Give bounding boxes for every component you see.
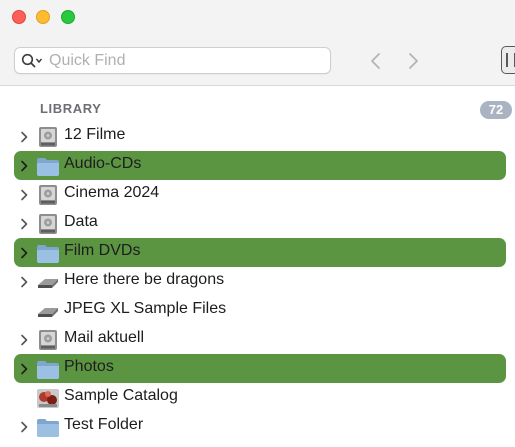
sidebar-item-label: 12 Filme [64, 126, 126, 143]
sidebar-item-label: Mail aktuell [64, 329, 145, 346]
disk-image-icon [36, 184, 60, 206]
disk-image-icon [36, 126, 60, 148]
sidebar-item-label: Audio-CDs [64, 155, 142, 172]
sidebar-item[interactable]: Sample Catalog [14, 383, 506, 412]
sidebar-item[interactable]: Here there be dragons [14, 267, 506, 296]
sidebar-item-label: Photos [64, 358, 114, 375]
close-window-button[interactable] [12, 10, 26, 24]
sidebar-item-label: Sample Catalog [64, 387, 178, 404]
sidebar-item[interactable]: Test Folder [14, 412, 506, 441]
search-input[interactable] [49, 50, 319, 71]
catalog-icon [36, 387, 60, 409]
chevron-right-icon[interactable] [20, 131, 28, 143]
sidebar-item[interactable]: Photos [14, 354, 506, 383]
minimize-window-button[interactable] [36, 10, 50, 24]
sidebar-toggle-button[interactable] [501, 46, 515, 74]
sidebar-item[interactable]: JPEG XL Sample Files [14, 296, 506, 325]
sidebar-item-label: Cinema 2024 [64, 184, 160, 201]
chevron-right-icon[interactable] [20, 247, 28, 259]
disk-image-icon [36, 329, 60, 351]
sidebar-item-label: Film DVDs [64, 242, 141, 259]
chevron-right-icon[interactable] [20, 421, 28, 433]
folder-icon [36, 358, 60, 380]
sidebar-item-label: Data [64, 213, 98, 230]
zoom-window-button[interactable] [61, 10, 75, 24]
search-icon[interactable] [21, 53, 43, 69]
sidebar-item-label: Here there be dragons [64, 271, 225, 288]
sidebar-item[interactable]: Mail aktuell [14, 325, 506, 354]
chevron-right-icon[interactable] [20, 363, 28, 375]
chevron-right-icon[interactable] [20, 276, 28, 288]
window-toolbar [0, 0, 515, 86]
sidebar-item[interactable]: 12 Filme [14, 122, 506, 151]
chevron-right-icon[interactable] [20, 334, 28, 346]
drive-icon [36, 271, 60, 293]
quick-find-field[interactable] [14, 47, 331, 74]
folder-icon [36, 242, 60, 264]
forward-button[interactable] [405, 51, 421, 71]
chevron-right-icon[interactable] [20, 189, 28, 201]
sidebar-item[interactable]: Data [14, 209, 506, 238]
disk-image-icon [36, 213, 60, 235]
item-count-badge: 72 [480, 101, 512, 119]
sidebar-item[interactable]: Audio-CDs [14, 151, 506, 180]
chevron-right-icon[interactable] [20, 218, 28, 230]
drive-icon [36, 300, 60, 322]
back-button[interactable] [368, 51, 384, 71]
section-header-library: LIBRARY [40, 101, 102, 116]
sidebar-item[interactable]: Film DVDs [14, 238, 506, 267]
chevron-right-icon[interactable] [20, 160, 28, 172]
folder-icon [36, 155, 60, 177]
sidebar-item-label: JPEG XL Sample Files [64, 300, 227, 317]
sidebar-item-label: Test Folder [64, 416, 144, 433]
folder-icon [36, 416, 60, 438]
sidebar-item[interactable]: Cinema 2024 [14, 180, 506, 209]
